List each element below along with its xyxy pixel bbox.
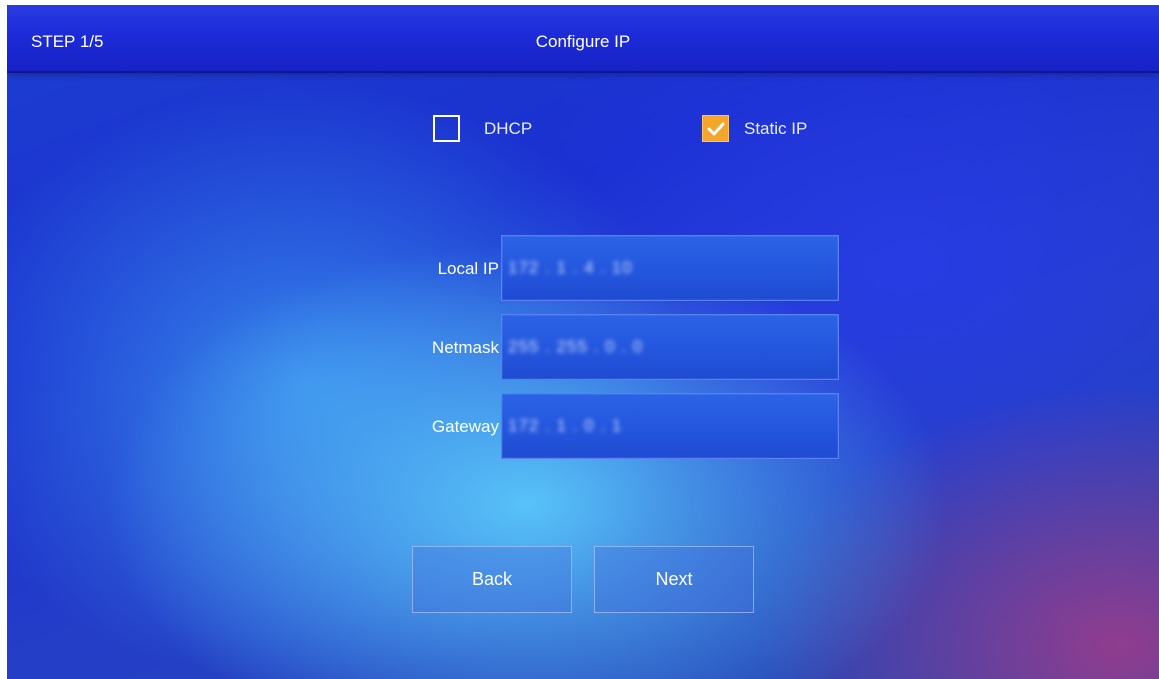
page-title: Configure IP [535,32,631,51]
dhcp-label: DHCP [484,118,533,138]
local-ip-row: Local IP 172 . 1 . 4 . 10 [387,235,847,301]
header-bar: STEP 1/5 Configure IP [7,5,1159,73]
gateway-label: Gateway [431,417,499,436]
local-ip-label: Local IP [437,259,499,278]
netmask-label: Netmask [431,338,499,357]
screen: STEP 1/5 Configure IP DHCP Static IP Loc… [7,5,1159,679]
dhcp-checkbox[interactable] [433,115,460,142]
checkmark-icon [707,122,724,135]
netmask-input[interactable]: 255 . 255 . 0 . 0 [501,314,839,380]
netmask-row: Netmask 255 . 255 . 0 . 0 [387,314,847,380]
netmask-value: 255 . 255 . 0 . 0 [508,337,644,356]
gateway-row: Gateway 172 . 1 . 0 . 1 [387,393,847,459]
gateway-input[interactable]: 172 . 1 . 0 . 1 [501,393,839,459]
gateway-value: 172 . 1 . 0 . 1 [508,416,623,435]
next-button[interactable]: Next [594,546,754,613]
back-button[interactable]: Back [412,546,572,613]
local-ip-value: 172 . 1 . 4 . 10 [508,258,633,277]
static-ip-checkbox[interactable] [702,115,729,142]
static-ip-label: Static IP [744,118,808,138]
dhcp-option[interactable]: DHCP [433,115,532,142]
local-ip-input[interactable]: 172 . 1 . 4 . 10 [501,235,839,301]
static-ip-option[interactable]: Static IP [702,115,807,142]
